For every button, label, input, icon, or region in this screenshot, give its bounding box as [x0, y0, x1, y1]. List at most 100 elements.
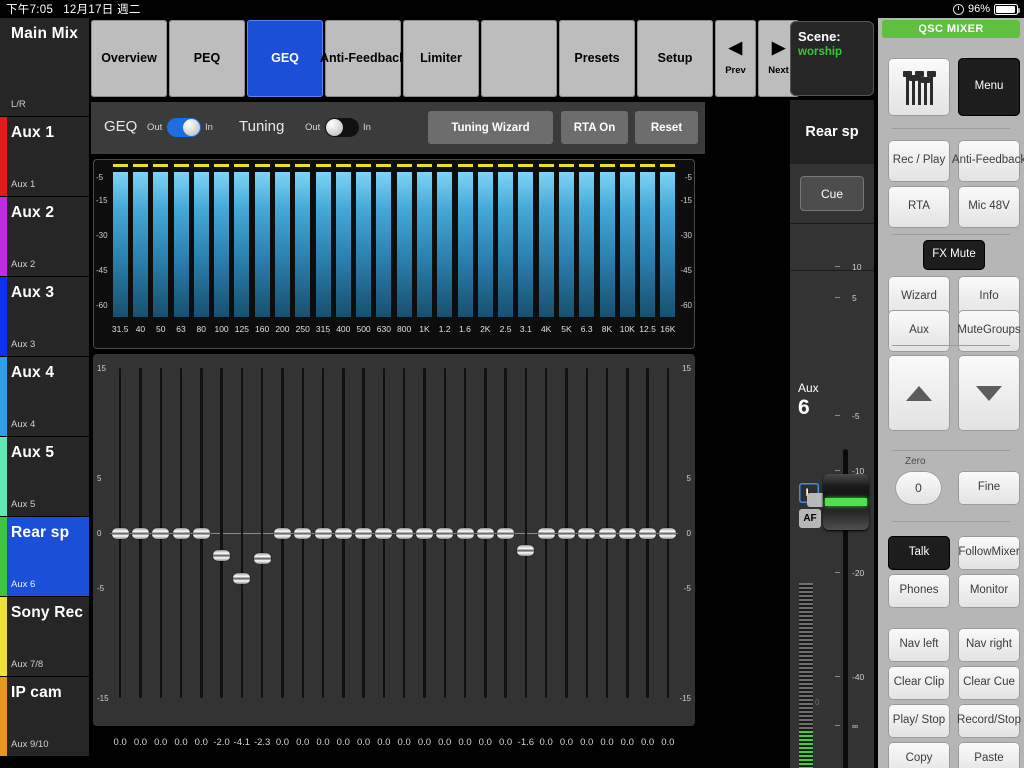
- scene-panel[interactable]: Scene: worship: [790, 21, 874, 96]
- tab-bar[interactable]: Overview PEQ GEQ Anti- Feedback Limiter Preset…: [91, 20, 799, 97]
- qsc-button-talk[interactable]: Talk: [888, 536, 950, 570]
- geq-band-fader[interactable]: [233, 572, 251, 584]
- geq-band-fader[interactable]: [456, 527, 474, 539]
- tuning-in-out-toggle[interactable]: [325, 118, 359, 137]
- qsc-button-clear-clip[interactable]: Clear Clip: [888, 666, 950, 700]
- tuning-wizard-button[interactable]: Tuning Wizard: [428, 111, 553, 144]
- qsc-button-paste[interactable]: Paste: [958, 742, 1020, 768]
- rta-frequency-label: 4K: [540, 324, 552, 334]
- tab-anti-feedback[interactable]: Anti- Feedback: [320, 20, 406, 97]
- geq-band-fader[interactable]: [415, 527, 433, 539]
- mixer-faders-icon-button[interactable]: [888, 58, 950, 116]
- geq-band-fader[interactable]: [213, 549, 231, 561]
- sidebar-channel-aux-1[interactable]: Aux 1 Aux 1: [0, 117, 89, 197]
- geq-fader-panel[interactable]: 15 15 5 5 0 0 -5 -5 -15 -15: [93, 354, 695, 726]
- qsc-button-fine[interactable]: Fine: [958, 471, 1020, 505]
- qsc-button-fx-mute[interactable]: FX Mute: [923, 240, 985, 270]
- tab-overview[interactable]: Overview: [91, 20, 167, 97]
- reset-button[interactable]: Reset: [635, 111, 698, 144]
- geq-band-fader[interactable]: [334, 527, 352, 539]
- sidebar-channel-aux-5[interactable]: Aux 5 Aux 5: [0, 437, 89, 517]
- prev-button[interactable]: ◀ Prev: [715, 20, 756, 97]
- qsc-button-nav-right[interactable]: Nav right: [958, 628, 1020, 662]
- zero-button[interactable]: 0: [895, 471, 942, 505]
- geq-band-fader[interactable]: [598, 527, 616, 539]
- geq-band-fader[interactable]: [395, 527, 413, 539]
- tab-geq[interactable]: GEQ: [247, 20, 323, 97]
- rta-peak-marker: [254, 164, 270, 168]
- cue-button[interactable]: Cue: [800, 176, 864, 211]
- meter-segment: [799, 723, 813, 725]
- qsc-button-menu[interactable]: Menu: [958, 58, 1020, 116]
- qsc-button-anti-feedback[interactable]: Anti- Feedback: [952, 140, 1024, 182]
- geq-band-fader[interactable]: [578, 527, 596, 539]
- meter-segment: [799, 735, 813, 737]
- geq-band-fader[interactable]: [375, 527, 393, 539]
- geq-in-out-toggle[interactable]: [167, 118, 201, 137]
- sidebar-channel-aux-2[interactable]: Aux 2 Aux 2: [0, 197, 89, 277]
- geq-band-fader[interactable]: [253, 552, 271, 564]
- geq-band-fader[interactable]: [314, 527, 332, 539]
- sidebar-channel-aux-9-10[interactable]: IP cam Aux 9/10: [0, 677, 89, 757]
- fader-handle[interactable]: [823, 474, 869, 530]
- qsc-button-record-stop[interactable]: Record/Stop: [957, 704, 1021, 738]
- geq-band-fader[interactable]: [537, 527, 555, 539]
- qsc-button-clear-cue[interactable]: Clear Cue: [958, 666, 1020, 700]
- tab-peq[interactable]: PEQ: [169, 20, 245, 97]
- tab-setup[interactable]: Setup: [637, 20, 713, 97]
- geq-band-fader[interactable]: [131, 527, 149, 539]
- sidebar-channel-aux-3[interactable]: Aux 3 Aux 3: [0, 277, 89, 357]
- geq-band-fader[interactable]: [436, 527, 454, 539]
- geq-band-fader[interactable]: [172, 527, 190, 539]
- nudge-up-button[interactable]: [888, 355, 950, 431]
- geq-band-fader[interactable]: [111, 527, 129, 539]
- geq-band-fader[interactable]: [497, 527, 515, 539]
- rta-frequency-label: 250: [295, 324, 310, 334]
- tab-blank[interactable]: [481, 20, 557, 97]
- rta-peak-marker: [315, 164, 331, 168]
- channel-sidebar[interactable]: Main Mix L/R Aux 1 Aux 1 Aux 2 Aux 2 Aux 3 Aux …: [0, 18, 89, 768]
- meter-segment: [799, 763, 813, 765]
- qsc-button-play-stop[interactable]: Play/ Stop: [888, 704, 950, 738]
- geq-band-fader[interactable]: [557, 527, 575, 539]
- sidebar-channel-aux-6[interactable]: Rear sp Aux 6: [0, 517, 89, 597]
- meter-segment: [799, 603, 813, 605]
- tab-limiter[interactable]: Limiter: [403, 20, 479, 97]
- rta-frequency-label: 1.6: [459, 324, 471, 334]
- qsc-button-label: Paste: [974, 752, 1004, 765]
- geq-band-fader[interactable]: [152, 527, 170, 539]
- qsc-button-follow-mixer[interactable]: Follow Mixer: [958, 536, 1020, 570]
- meter-segment: [799, 679, 813, 681]
- rta-frequency-label: 200: [275, 324, 290, 334]
- geq-band-track[interactable]: [240, 368, 244, 698]
- meter-segment: [799, 747, 813, 749]
- geq-band-track[interactable]: [220, 368, 223, 698]
- qsc-button-nav-left[interactable]: Nav left: [888, 628, 950, 662]
- sidebar-channel-aux-4[interactable]: Aux 4 Aux 4: [0, 357, 89, 437]
- qsc-button-copy[interactable]: Copy: [888, 742, 950, 768]
- geq-band-fader[interactable]: [517, 545, 535, 557]
- geq-band-fader[interactable]: [273, 527, 291, 539]
- qsc-button-mic-48v[interactable]: Mic 48V: [958, 186, 1020, 228]
- rta-on-button[interactable]: RTA On: [561, 111, 628, 144]
- tab-presets[interactable]: Presets: [559, 20, 635, 97]
- sidebar-channel-l-r[interactable]: Main Mix L/R: [0, 18, 89, 117]
- geq-band-fader[interactable]: [355, 527, 373, 539]
- geq-band-fader[interactable]: [659, 527, 677, 539]
- rta-scale-label: -30: [96, 231, 108, 241]
- qsc-button-rec-play[interactable]: Rec / Play: [888, 140, 950, 182]
- rta-peak-marker: [132, 164, 148, 168]
- geq-band-track[interactable]: [524, 368, 528, 698]
- geq-band-fader[interactable]: [639, 527, 657, 539]
- geq-band-fader[interactable]: [294, 527, 312, 539]
- geq-band-fader[interactable]: [192, 527, 210, 539]
- anti-feedback-button[interactable]: AF: [799, 509, 821, 528]
- geq-band-fader[interactable]: [476, 527, 494, 539]
- geq-band-fader[interactable]: [618, 527, 636, 539]
- nudge-down-button[interactable]: [958, 355, 1020, 431]
- qsc-button-monitor[interactable]: Monitor: [958, 574, 1020, 608]
- channel-name: Aux 1: [11, 124, 55, 141]
- qsc-button-rta[interactable]: RTA: [888, 186, 950, 228]
- qsc-button-phones[interactable]: Phones: [888, 574, 950, 608]
- sidebar-channel-aux-7-8[interactable]: Sony Rec Aux 7/8: [0, 597, 89, 677]
